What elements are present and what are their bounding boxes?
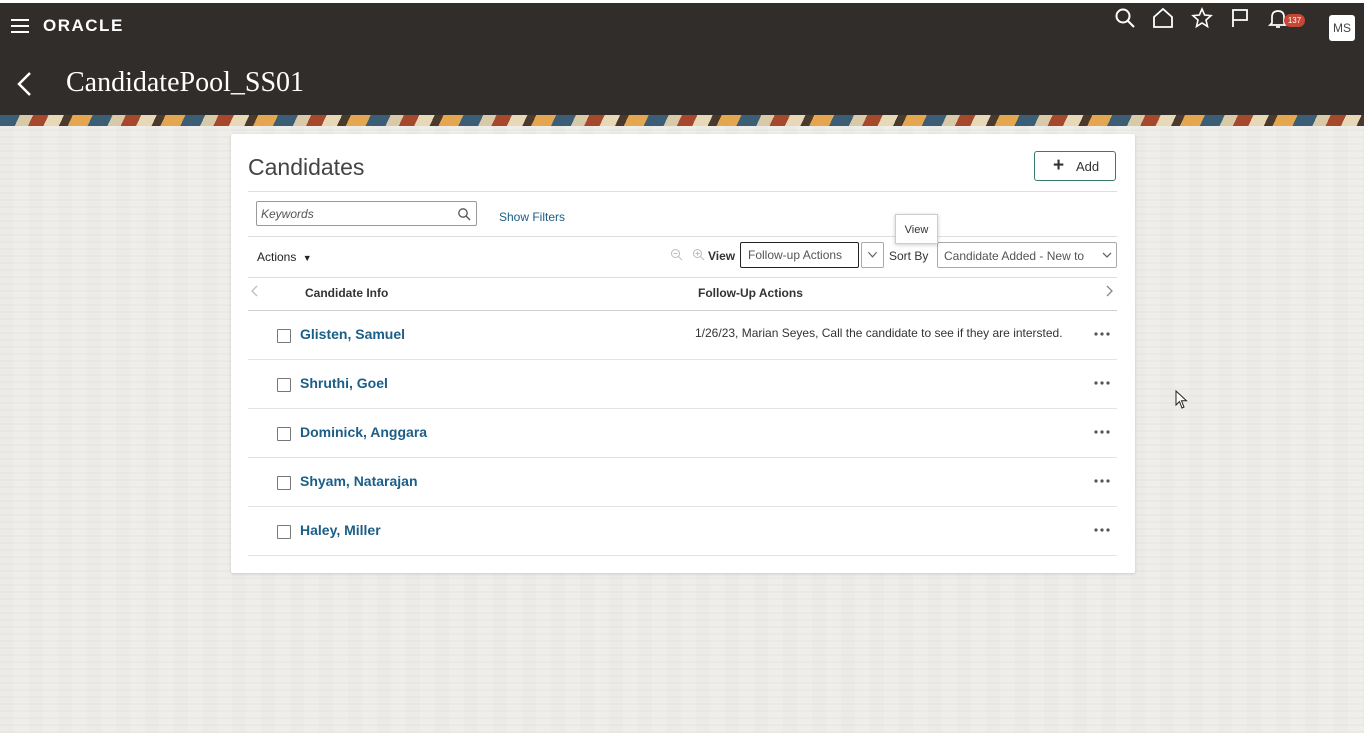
hamburger-menu-icon[interactable] (11, 19, 29, 33)
view-label: View (708, 249, 736, 263)
row-checkbox[interactable] (277, 329, 291, 343)
mouse-cursor-icon (1175, 390, 1188, 409)
view-tooltip: View (895, 214, 938, 244)
table-row: Shyam, Natarajan (248, 458, 1117, 507)
zoom-out-icon[interactable] (670, 248, 683, 261)
more-options-icon[interactable] (1093, 429, 1111, 435)
candidates-heading: Candidates (248, 154, 365, 180)
scroll-right-icon[interactable] (1104, 284, 1114, 297)
more-options-icon[interactable] (1093, 527, 1111, 533)
home-icon[interactable] (1152, 7, 1174, 29)
chevron-down-icon (1102, 252, 1112, 258)
sort-by-label: Sort By (889, 249, 929, 263)
caret-down-icon: ▼ (302, 253, 312, 263)
column-header-candidate-info[interactable]: Candidate Info (305, 286, 388, 300)
candidate-name-link[interactable]: Shruthi, Goel (300, 375, 388, 391)
view-select[interactable]: Follow-up Actions (740, 242, 859, 268)
zoom-in-icon[interactable] (692, 248, 705, 261)
flag-icon[interactable] (1229, 7, 1251, 29)
add-button[interactable]: + Add (1034, 151, 1116, 181)
keyword-search[interactable] (256, 201, 477, 226)
chevron-down-icon (867, 251, 878, 258)
decorative-banner (0, 115, 1364, 126)
actions-label: Actions (257, 250, 297, 264)
table-row: Glisten, Samuel 1/26/23, Marian Seyes, C… (248, 311, 1117, 360)
actions-menu[interactable]: Actions ▼ (257, 250, 312, 264)
global-header: ORACLE 137 MS CandidatePool_SS01 (0, 3, 1364, 115)
sort-by-select[interactable]: Candidate Added - New to (937, 242, 1117, 268)
view-dropdown-button[interactable] (861, 242, 884, 268)
oracle-logo[interactable]: ORACLE (43, 16, 124, 36)
row-checkbox[interactable] (277, 476, 291, 490)
table-row: Shruthi, Goel (248, 360, 1117, 409)
more-options-icon[interactable] (1093, 380, 1111, 386)
candidate-name-link[interactable]: Glisten, Samuel (300, 326, 405, 342)
follow-up-text: 1/26/23, Marian Seyes, Call the candidat… (695, 326, 1063, 340)
search-icon[interactable] (1114, 7, 1136, 29)
sort-by-value: Candidate Added - New to (944, 249, 1085, 263)
more-options-icon[interactable] (1093, 331, 1111, 337)
divider (248, 236, 1117, 237)
divider (248, 191, 1117, 192)
table-row: Haley, Miller (248, 507, 1117, 556)
row-checkbox[interactable] (277, 427, 291, 441)
table-row: Dominick, Anggara (248, 409, 1117, 458)
row-checkbox[interactable] (277, 525, 291, 539)
candidate-name-link[interactable]: Haley, Miller (300, 522, 381, 538)
column-header-follow-up-actions[interactable]: Follow-Up Actions (698, 286, 803, 300)
page-title: CandidatePool_SS01 (66, 67, 305, 98)
add-button-label: Add (1076, 159, 1100, 174)
search-icon[interactable] (457, 207, 471, 221)
scroll-left-icon[interactable] (250, 284, 260, 297)
row-checkbox[interactable] (277, 378, 291, 392)
candidate-name-link[interactable]: Shyam, Natarajan (300, 473, 418, 489)
candidates-card: Candidates + Add Show Filters Actions ▼ … (231, 134, 1135, 573)
keywords-input[interactable] (261, 205, 451, 223)
show-filters-link[interactable]: Show Filters (499, 210, 565, 224)
divider (248, 277, 1117, 278)
notification-count-badge: 137 (1284, 14, 1305, 27)
user-avatar[interactable]: MS (1329, 15, 1355, 41)
candidate-name-link[interactable]: Dominick, Anggara (300, 424, 427, 440)
more-options-icon[interactable] (1093, 478, 1111, 484)
favorites-star-icon[interactable] (1191, 6, 1213, 29)
plus-icon: + (1053, 155, 1065, 176)
back-arrow-icon[interactable] (15, 71, 35, 97)
